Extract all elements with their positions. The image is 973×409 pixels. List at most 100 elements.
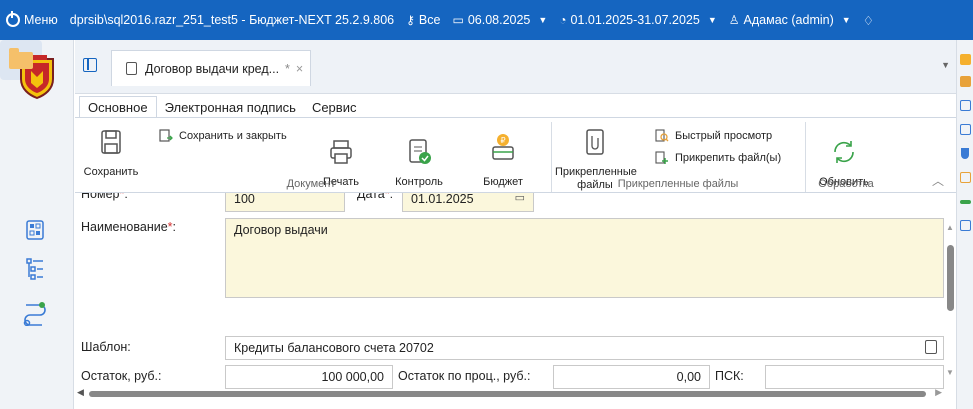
tab-contract[interactable]: Договор выдачи кред... * × — [111, 50, 311, 86]
close-tab-icon[interactable]: × — [296, 62, 303, 76]
svg-text:₽: ₽ — [500, 136, 505, 145]
date-field[interactable]: 01.01.2025 ▭ — [402, 193, 534, 212]
scroll-up-icon[interactable]: ▲ — [946, 223, 954, 232]
scope-selector[interactable]: ⚷ Все — [400, 13, 446, 27]
user-text: Адамас (admin) — [743, 13, 834, 27]
magnifier-icon — [655, 129, 669, 142]
group-label-attached-files: Прикрепленные файлы — [617, 178, 739, 190]
vertical-scrollbar[interactable]: ▲ ▼ — [944, 193, 956, 403]
chevron-down-icon: ▼ — [841, 15, 851, 25]
tool-icon-1[interactable] — [960, 54, 971, 65]
quick-view-label: Быстрый просмотр — [675, 130, 773, 142]
psk-label: ПСК: — [715, 369, 744, 383]
group-separator — [551, 122, 552, 192]
title-bar: Меню dprsib\sql2016.razr_251_test5 - Бюд… — [0, 0, 973, 40]
name-field[interactable]: Договор выдачи — [225, 218, 944, 298]
collapse-ribbon-icon[interactable]: ︿ — [932, 172, 944, 189]
date-text: 06.08.2025 — [467, 13, 531, 27]
scroll-right-icon[interactable]: ▶ — [935, 387, 942, 398]
document-icon — [126, 62, 137, 75]
printer-icon — [330, 140, 352, 164]
user-menu[interactable]: ♙ Адамас (admin) ▼ — [723, 13, 857, 27]
tool-icon-4[interactable] — [960, 124, 971, 135]
chevron-down-icon: ▼ — [707, 15, 717, 25]
refresh-icon — [834, 141, 854, 163]
tool-icon-3[interactable] — [960, 100, 971, 111]
group-label-processing: Обработка — [818, 178, 874, 190]
folder-icon — [9, 48, 33, 69]
scroll-thumb[interactable] — [947, 245, 954, 311]
scroll-left-icon[interactable]: ◀ — [77, 387, 84, 398]
modified-marker: * — [285, 61, 290, 76]
scroll-down-icon[interactable]: ▼ — [946, 368, 954, 377]
number-label: Номер*: — [81, 193, 128, 201]
tab-e-signature[interactable]: Электронная подпись — [157, 100, 304, 118]
attach-add-icon — [655, 151, 668, 164]
date-label: Дата*: — [357, 193, 393, 201]
calendar-icon[interactable]: ▭ — [515, 193, 525, 204]
bell-icon: ♢ — [862, 13, 874, 28]
power-icon — [6, 11, 20, 27]
check-document-icon — [409, 139, 431, 164]
attach-files-button[interactable]: Прикрепить файл(ы) — [655, 151, 781, 165]
tab-service[interactable]: Сервис — [304, 100, 365, 118]
interest-balance-label: Остаток по проц., руб.: — [398, 369, 531, 383]
dashboard-icon[interactable] — [20, 216, 50, 244]
left-sidebar — [0, 40, 74, 409]
route-icon[interactable] — [20, 298, 50, 326]
date-label-text: Дата — [357, 193, 385, 201]
key-icon: ⚷ — [406, 13, 415, 27]
connection-text: dprsib\sql2016.razr_251_test5 - Бюджет-N… — [69, 13, 395, 27]
colon: : — [389, 193, 394, 201]
number-label-text: Номер — [81, 193, 120, 201]
tab-main[interactable]: Основное — [79, 96, 157, 118]
user-icon: ♙ — [728, 13, 740, 27]
template-field[interactable]: Кредиты балансового счета 20702 — [225, 336, 944, 360]
group-label-document: Документ — [286, 178, 336, 190]
menu-label: Меню — [24, 13, 58, 27]
hscroll-thumb[interactable] — [89, 391, 926, 397]
quick-view-button[interactable]: Быстрый просмотр — [655, 129, 772, 143]
template-label: Шаблон: — [81, 340, 131, 354]
lookup-icon[interactable] — [925, 340, 937, 354]
calendar-icon: ▭ — [452, 13, 464, 27]
save-close-icon — [159, 129, 173, 142]
tool-icon-6[interactable] — [960, 200, 971, 204]
name-label: Наименование*: — [81, 220, 176, 234]
date-selector[interactable]: ▭ 06.08.2025 ▼ — [446, 13, 553, 27]
tool-icon-2[interactable] — [960, 76, 971, 87]
tool-icon-7[interactable] — [960, 220, 971, 231]
period-text: 01.01.2025-31.07.2025 — [570, 13, 700, 27]
attach-files-label: Прикрепить файл(ы) — [675, 152, 782, 164]
save-and-close-button[interactable]: Сохранить и закрыть — [159, 129, 287, 143]
number-field[interactable]: 100 — [225, 193, 345, 212]
template-value: Кредиты балансового счета 20702 — [234, 341, 434, 355]
side-panel-icon[interactable] — [83, 58, 97, 72]
notifications-button[interactable]: ♢ — [857, 13, 880, 28]
colon: : — [172, 220, 177, 234]
horizontal-scrollbar[interactable]: ◀ ▶ — [75, 386, 944, 400]
scope-text: Все — [418, 13, 441, 27]
filter-icon[interactable] — [961, 148, 969, 159]
balance-label: Остаток, руб.: — [81, 369, 162, 383]
attachment-icon — [586, 129, 604, 155]
save-button[interactable]: Сохранить — [83, 128, 139, 179]
save-close-label: Сохранить и закрыть — [179, 130, 287, 142]
document-form: Номер*: 100 Дата*: 01.01.2025 ▭ Наименов… — [75, 193, 956, 409]
connection-info: dprsib\sql2016.razr_251_test5 - Бюджет-N… — [64, 13, 400, 27]
clock-icon: ◔ — [559, 13, 567, 27]
menu-button[interactable]: Меню — [0, 11, 64, 27]
save-icon — [101, 130, 121, 154]
period-selector[interactable]: ◔ 01.01.2025-31.07.2025 ▼ — [553, 13, 722, 27]
document-tab-strip: Договор выдачи кред... * × ▼ — [75, 40, 956, 94]
colon: : — [124, 193, 128, 201]
ribbon-toolbar: Сохранить Сохранить и закрыть Печать Кон… — [75, 117, 956, 193]
tabs-dropdown-icon[interactable]: ▼ — [941, 60, 950, 70]
date-value: 01.01.2025 — [411, 193, 474, 206]
budget-icon: ₽ — [492, 134, 514, 160]
chevron-down-icon: ▼ — [538, 15, 548, 25]
group-separator — [805, 122, 806, 192]
ribbon-tabs: Основное Электронная подпись Сервис — [75, 94, 956, 118]
tree-list-icon[interactable] — [20, 255, 50, 283]
tool-icon-5[interactable] — [960, 172, 971, 183]
